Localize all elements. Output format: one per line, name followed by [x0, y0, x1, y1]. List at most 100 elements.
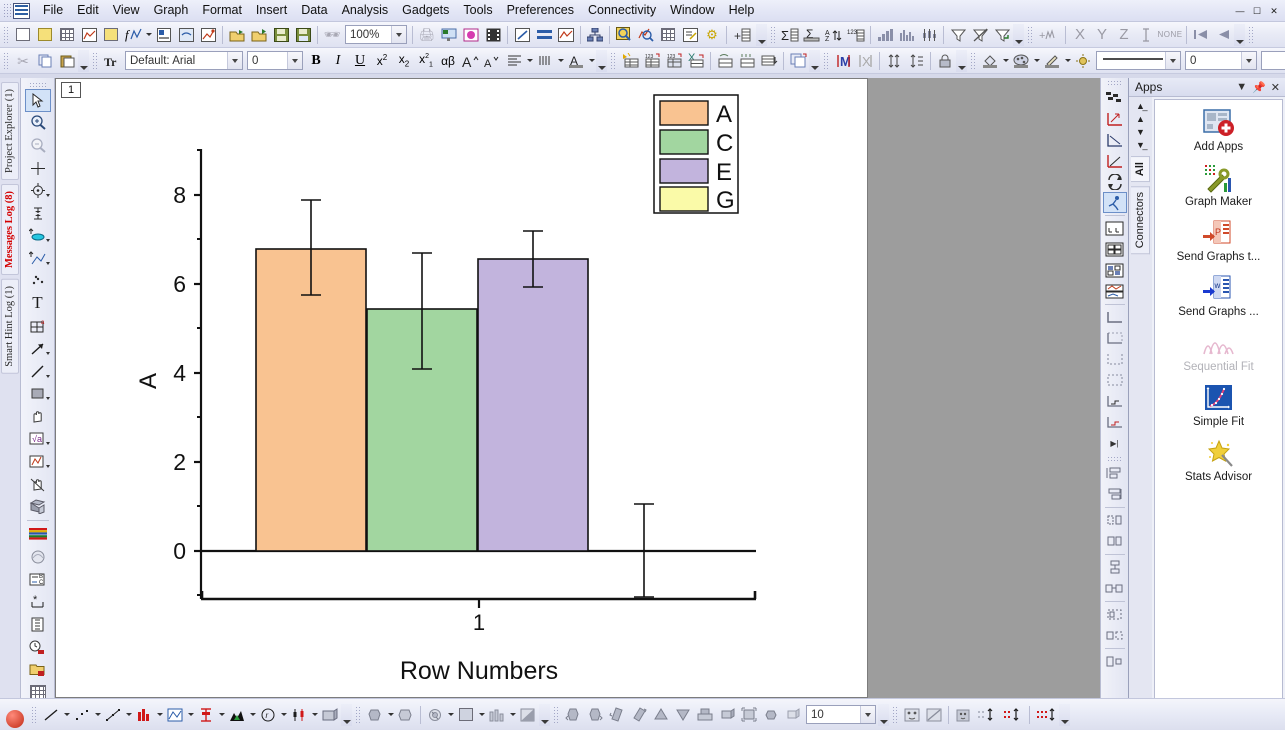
3d-rotate-tool[interactable]: [25, 495, 51, 518]
mask-icon[interactable]: M: [832, 50, 854, 72]
righttools-expand-button[interactable]: ▶|: [1103, 433, 1127, 454]
regional-mask-tool[interactable]: [25, 247, 51, 270]
line-width-dropdown-button[interactable]: [1241, 52, 1256, 69]
first-icon[interactable]: ▲̲: [1136, 100, 1145, 113]
menu-gadgets[interactable]: Gadgets: [395, 0, 456, 21]
text-tool[interactable]: T: [25, 292, 51, 315]
menu-tools[interactable]: Tools: [456, 0, 499, 21]
menu-analysis[interactable]: Analysis: [335, 0, 396, 21]
format-overflow-1[interactable]: [78, 49, 89, 72]
app-item-add-apps[interactable]: Add Apps: [1155, 106, 1282, 155]
align-dropdown[interactable]: [525, 51, 534, 71]
rotate-right-icon[interactable]: [584, 704, 606, 726]
apps-tab-connectors[interactable]: Connectors: [1131, 186, 1150, 255]
menu-edit[interactable]: Edit: [70, 0, 106, 21]
menu-view[interactable]: View: [106, 0, 147, 21]
shift-data-icon[interactable]: X: [685, 50, 707, 72]
screen-reader-tool[interactable]: [25, 157, 51, 180]
pattern-icon[interactable]: [1010, 50, 1032, 72]
contour-dropdown[interactable]: [446, 705, 455, 725]
new-function-plot-icon[interactable]: f: [122, 24, 144, 46]
axis-up-icon[interactable]: [1103, 150, 1127, 171]
app-item-send-graphs-word[interactable]: w Send Graphs ...: [1155, 271, 1282, 320]
axis-down-icon[interactable]: [1103, 129, 1127, 150]
new-layout-icon[interactable]: [153, 24, 175, 46]
align-middle-icon[interactable]: [1103, 484, 1127, 505]
new-notes-icon[interactable]: [175, 24, 197, 46]
asterisk-tool[interactable]: *: [25, 591, 51, 614]
fit-frame-icon[interactable]: [738, 704, 760, 726]
format-overflow-3[interactable]: [809, 49, 820, 72]
scatter-plot-dropdown[interactable]: [93, 705, 102, 725]
zoom-combo[interactable]: 100%: [345, 25, 407, 44]
toolbar-overflow-1[interactable]: [756, 23, 767, 46]
line-spacing-icon[interactable]: [534, 50, 556, 72]
menu-window[interactable]: Window: [663, 0, 721, 21]
menubar-grip[interactable]: [3, 2, 11, 19]
last-icon[interactable]: ▼̲: [1136, 139, 1145, 152]
new-workbook-icon[interactable]: [56, 24, 78, 46]
move-points-icon[interactable]: [1033, 704, 1059, 726]
perspective-up-icon[interactable]: [650, 704, 672, 726]
font-name-dropdown-button[interactable]: [227, 52, 242, 69]
zoom-out-tool[interactable]: [25, 134, 51, 157]
format-overflow-4[interactable]: [956, 49, 967, 72]
new-excel-icon[interactable]: [197, 24, 219, 46]
mask-points-icon[interactable]: [901, 704, 923, 726]
up-icon[interactable]: ▲: [1136, 113, 1145, 126]
perspective-down-icon[interactable]: [672, 704, 694, 726]
data-reader-tool[interactable]: [25, 179, 51, 202]
ungroup-icon[interactable]: [1103, 625, 1127, 646]
high-low-close-icon[interactable]: [288, 704, 310, 726]
previous-layer-icon[interactable]: [1212, 24, 1234, 46]
pin-icon[interactable]: 📌: [1252, 81, 1266, 94]
extract-graph-icon[interactable]: [555, 24, 577, 46]
stack-lines-icon[interactable]: [1103, 281, 1127, 302]
cut-icon[interactable]: ✂: [12, 50, 34, 72]
app-item-simple-fit[interactable]: Simple Fit: [1155, 381, 1282, 430]
3d-waterfall-icon[interactable]: [319, 704, 341, 726]
merge-layers-icon[interactable]: [1103, 218, 1127, 239]
add-object-tool[interactable]: a: [25, 315, 51, 338]
supsub-icon[interactable]: x21: [415, 50, 437, 72]
menu-file[interactable]: File: [36, 0, 70, 21]
bar-chart-plot[interactable]: 8 6 4 2 0 A 1 Row Numbers A C E G: [56, 79, 869, 698]
font-color-icon[interactable]: A: [565, 50, 587, 72]
rotate-left-icon[interactable]: [562, 704, 584, 726]
folder-stamp-tool[interactable]: [25, 658, 51, 681]
menu-insert[interactable]: Insert: [249, 0, 294, 21]
apps-list[interactable]: Add Apps Graph Maker P Send Graphs t...: [1154, 99, 1283, 724]
grid-panels-icon[interactable]: [1103, 260, 1127, 281]
box-axis-icon[interactable]: [1103, 370, 1127, 391]
distribute-h-icon[interactable]: [1103, 578, 1127, 599]
merge-graph-icon[interactable]: [533, 24, 555, 46]
set-as-end-icon[interactable]: 123: [641, 50, 663, 72]
pattern-icon[interactable]: [1103, 87, 1127, 108]
line-color-icon[interactable]: [1041, 50, 1063, 72]
line-symbol-icon[interactable]: [102, 704, 124, 726]
error-bar-icon[interactable]: [1135, 24, 1157, 46]
full-frame-icon[interactable]: [1103, 328, 1127, 349]
add-column-icon[interactable]: +: [730, 24, 756, 46]
rescale-icon[interactable]: [883, 50, 905, 72]
speed-mode-combo[interactable]: 10: [806, 705, 876, 724]
chevron-down-icon[interactable]: ▼: [1236, 81, 1247, 94]
toolbar-grip-3[interactable]: [1027, 25, 1033, 44]
format-grip-3[interactable]: [610, 51, 616, 70]
3d-bar-icon[interactable]: [486, 704, 508, 726]
equation-tool[interactable]: √a: [25, 428, 51, 451]
new-folder-icon[interactable]: [34, 24, 56, 46]
fill-area-dropdown[interactable]: [248, 705, 257, 725]
exchange-icon[interactable]: [1103, 171, 1127, 192]
group-icon[interactable]: [1103, 604, 1127, 625]
show-masked-icon[interactable]: [952, 704, 974, 726]
greek-icon[interactable]: αβ: [437, 50, 459, 72]
report-icon[interactable]: [679, 24, 701, 46]
menu-graph[interactable]: Graph: [147, 0, 196, 21]
data-selector-tool[interactable]: [25, 202, 51, 225]
format-grip-2[interactable]: [92, 51, 98, 70]
set-values-icon[interactable]: 123: [845, 24, 867, 46]
app-item-sequential-fit[interactable]: Sequential Fit: [1155, 326, 1282, 375]
draw-data-tool[interactable]: [25, 224, 51, 247]
rotate-tool[interactable]: [25, 473, 51, 496]
